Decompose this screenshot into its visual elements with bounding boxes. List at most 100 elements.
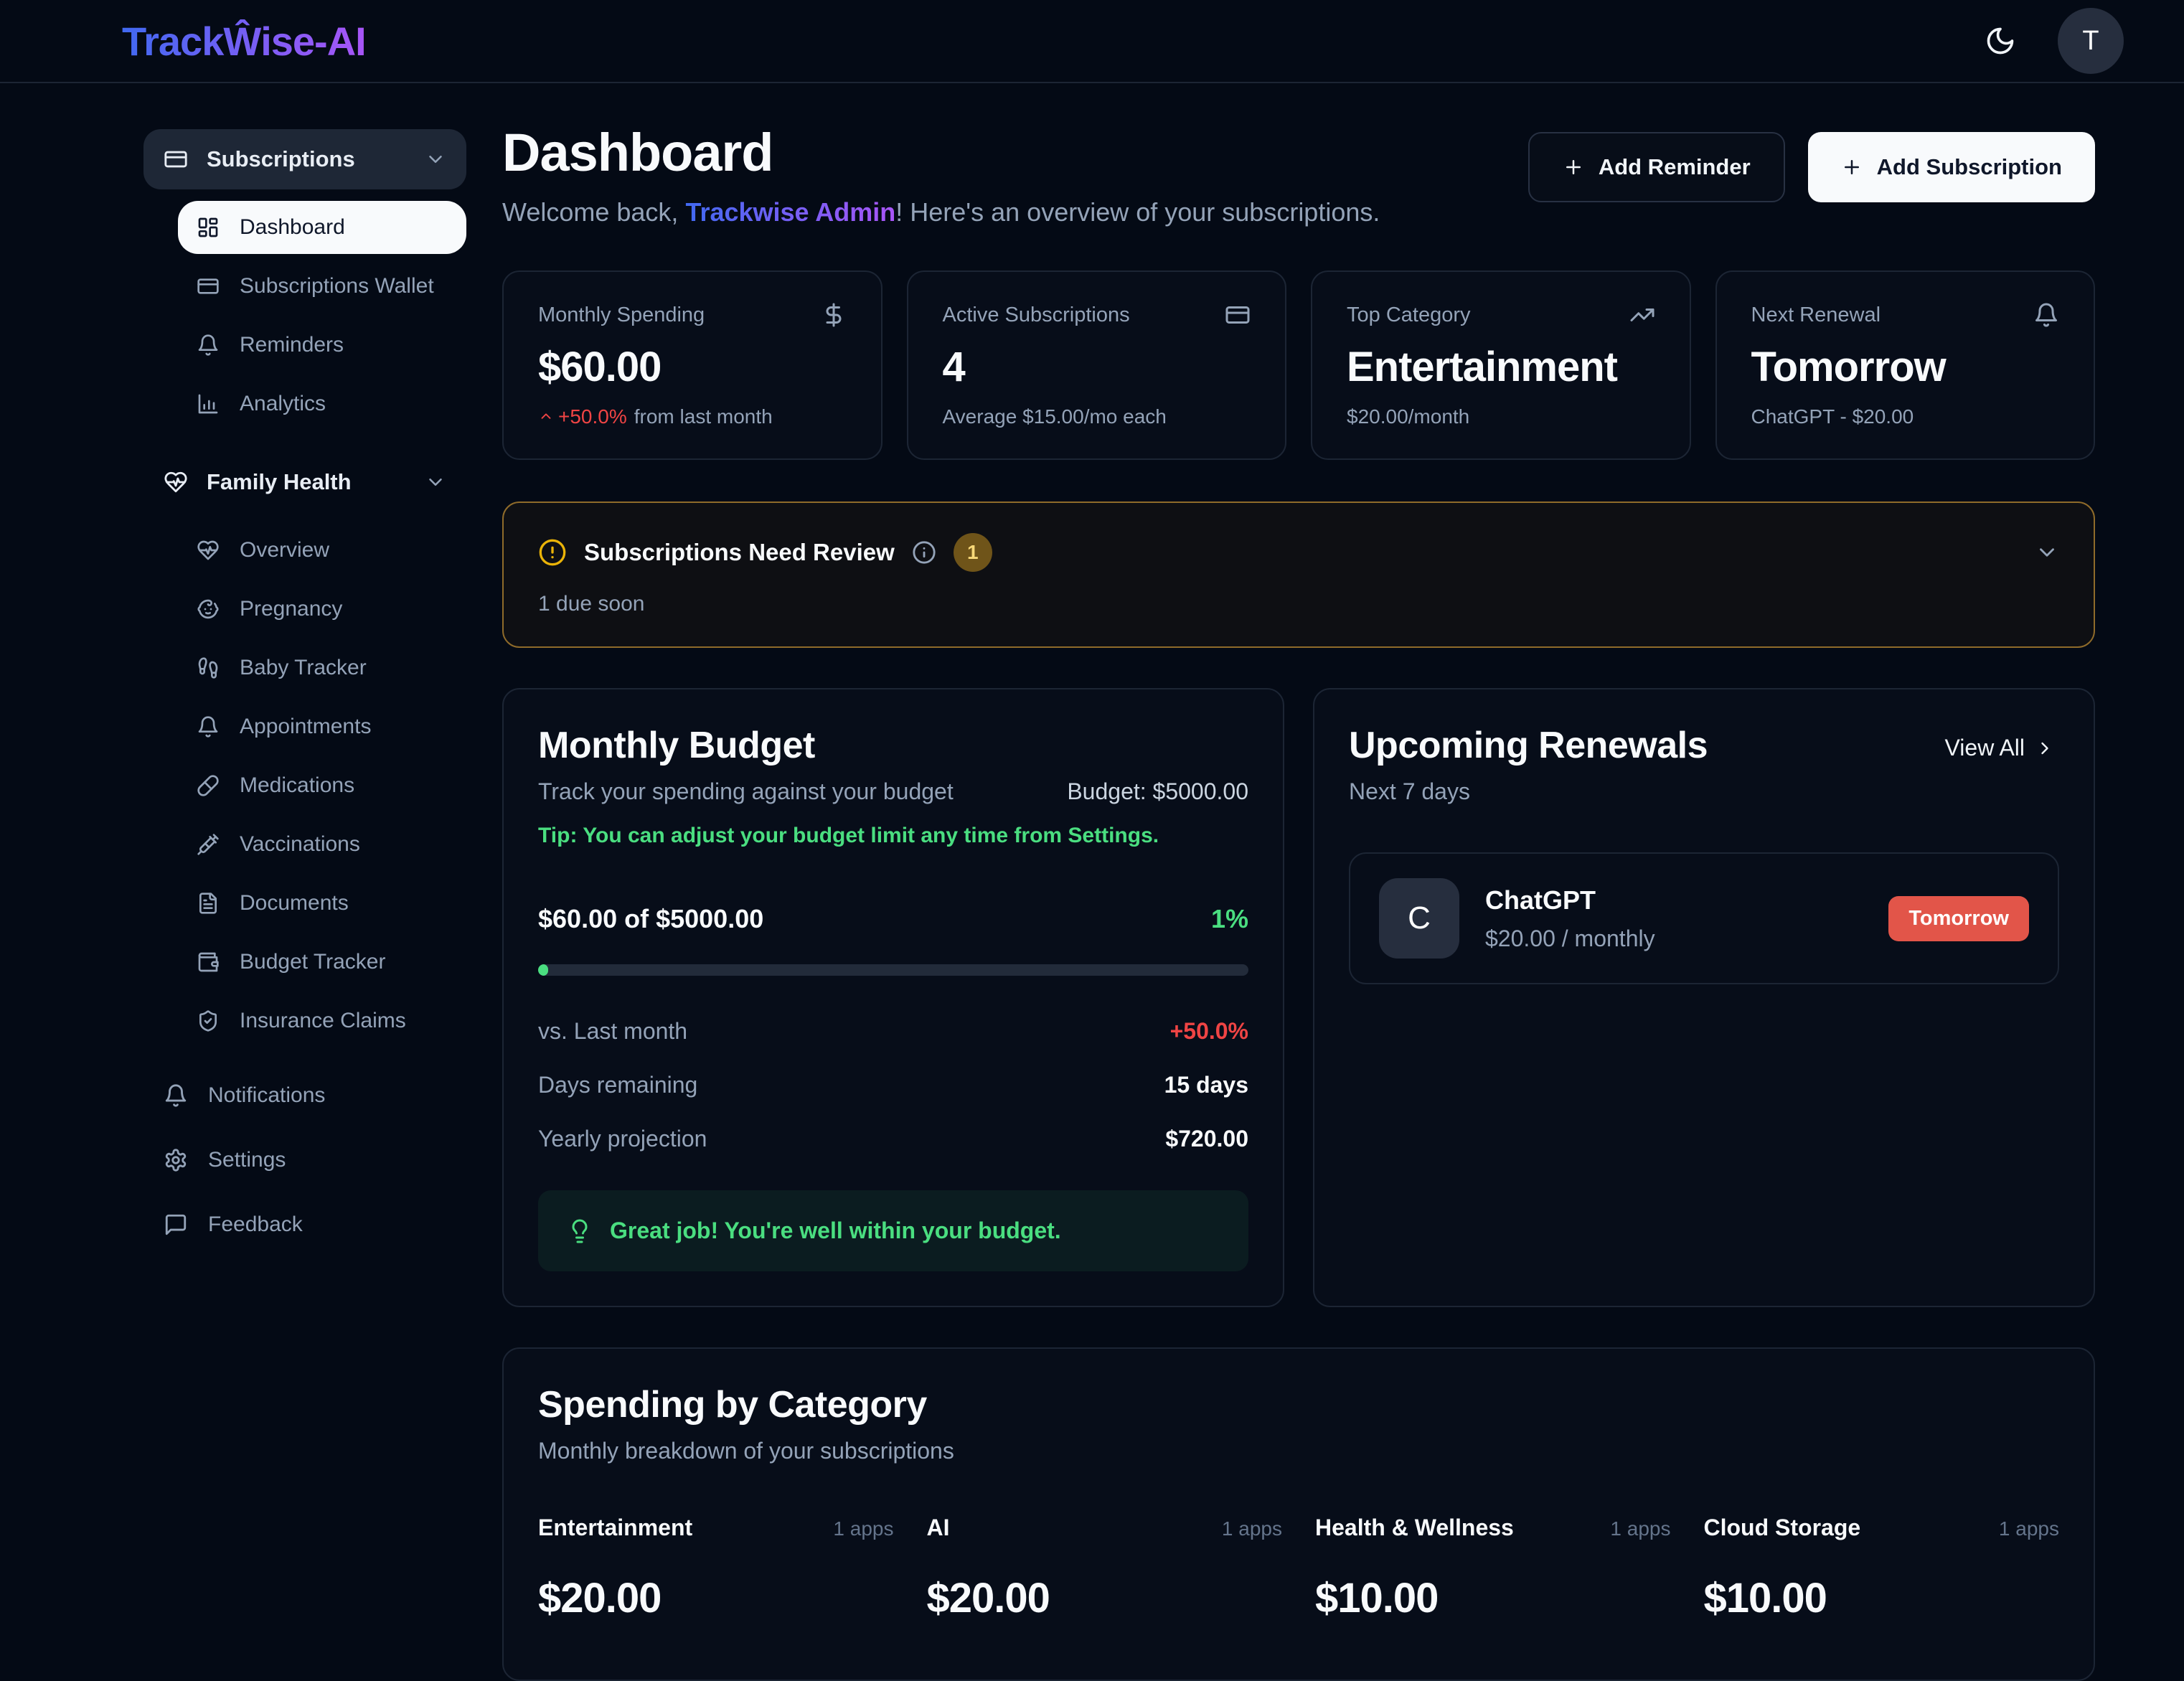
service-price: $20.00 / monthly [1485,926,1655,952]
budget-subtitle: Track your spending against your budget [538,778,954,805]
sidebar-item-analytics[interactable]: Analytics [178,377,466,430]
user-avatar[interactable]: T [2058,8,2124,74]
budget-progress-fill [538,964,548,976]
gear-icon [164,1148,188,1172]
theme-toggle-button[interactable] [1980,24,2020,57]
stat-title: Active Subscriptions [943,303,1130,327]
sidebar-item-documents[interactable]: Documents [178,877,466,930]
shield-check-icon [197,1009,220,1032]
bar-chart-icon [197,392,220,415]
sidebar-item-insurance-claims[interactable]: Insurance Claims [178,994,466,1047]
sidebar-item-label: Analytics [240,392,326,416]
bell-icon [197,715,220,738]
sidebar-item-label: Overview [240,538,329,562]
sidebar-item-label: Budget Tracker [240,950,385,974]
stat-subtext: +50.0% from last month [538,405,847,428]
sidebar-item-label: Insurance Claims [240,1009,406,1033]
category-amount: $20.00 [538,1574,894,1622]
user-name: Trackwise Admin [685,197,895,227]
heart-pulse-icon [197,539,220,562]
sidebar-group-family-health[interactable]: Family Health [143,452,466,512]
sidebar-group-subscriptions[interactable]: Subscriptions [143,129,466,189]
budget-row-days-remaining: Days remaining 15 days [538,1058,1248,1112]
category-health-wellness: Health & Wellness 1 apps $10.00 [1315,1515,1671,1622]
app-logo: TrackŴise-AI [122,18,366,65]
layout-dashboard-icon [197,216,220,239]
stat-value: $60.00 [538,343,847,391]
sidebar-item-dashboard[interactable]: Dashboard [178,201,466,254]
service-name: ChatGPT [1485,885,1655,915]
credit-card-icon [164,147,188,171]
heart-pulse-icon [164,470,188,494]
chevron-down-icon[interactable] [2035,540,2059,565]
footprints-icon [197,656,220,679]
budget-status-message: Great job! You're well within your budge… [538,1190,1248,1271]
sidebar-item-label: Feedback [208,1213,303,1237]
categories-subtitle: Monthly breakdown of your subscriptions [538,1438,2059,1464]
sidebar-item-label: Dashboard [240,215,345,240]
banner-title: Subscriptions Need Review [584,539,895,566]
dollar-icon [821,302,847,328]
review-count-badge: 1 [954,533,992,572]
renewal-item-chatgpt[interactable]: C ChatGPT $20.00 / monthly Tomorrow [1349,852,2059,984]
sidebar-item-overview[interactable]: Overview [178,524,466,577]
sidebar-item-vaccinations[interactable]: Vaccinations [178,818,466,871]
main-content: Dashboard Welcome back, Trackwise Admin!… [466,83,2184,1681]
stat-title: Next Renewal [1751,303,1881,327]
info-icon[interactable] [912,540,936,565]
sidebar-item-label: Appointments [240,715,371,739]
banner-subtext: 1 due soon [538,592,992,616]
stat-card-active-subscriptions: Active Subscriptions 4 Average $15.00/mo… [907,270,1287,460]
budget-limit-label: Budget: $5000.00 [1067,778,1248,805]
sidebar-item-label: Settings [208,1148,286,1172]
renewals-title: Upcoming Renewals [1349,724,1708,767]
add-reminder-button[interactable]: Add Reminder [1528,132,1785,202]
syringe-icon [197,833,220,856]
sidebar-item-label: Medications [240,773,354,798]
moon-icon [1985,25,2016,57]
sidebar-item-settings[interactable]: Settings [143,1134,466,1187]
sidebar-item-label: Baby Tracker [240,656,367,680]
plus-icon [1841,156,1863,178]
stat-subtext: Average $15.00/mo each [943,405,1251,428]
spending-by-category-panel: Spending by Category Monthly breakdown o… [502,1347,2095,1681]
category-amount: $20.00 [927,1574,1283,1622]
baby-icon [197,598,220,621]
stat-card-top-category: Top Category Entertainment $20.00/month [1311,270,1691,460]
sidebar-item-reminders[interactable]: Reminders [178,319,466,372]
budget-row-yearly-projection: Yearly projection $720.00 [538,1112,1248,1166]
pill-icon [197,774,220,797]
category-entertainment: Entertainment 1 apps $20.00 [538,1515,894,1622]
category-cloud-storage: Cloud Storage 1 apps $10.00 [1704,1515,2060,1622]
sidebar-item-budget-tracker[interactable]: Budget Tracker [178,936,466,989]
sidebar-item-baby-tracker[interactable]: Baby Tracker [178,641,466,694]
page-title: Dashboard [502,122,1380,183]
stat-title: Monthly Spending [538,303,705,327]
subscriptions-review-banner[interactable]: Subscriptions Need Review 1 1 due soon [502,502,2095,648]
sidebar-item-feedback[interactable]: Feedback [143,1198,466,1251]
sidebar-item-medications[interactable]: Medications [178,759,466,812]
top-bar: TrackŴise-AI T [0,0,2184,83]
wallet-icon [197,951,220,974]
add-subscription-button[interactable]: Add Subscription [1808,132,2095,202]
chevron-down-icon [425,149,446,170]
sidebar-item-subscriptions-wallet[interactable]: Subscriptions Wallet [178,260,466,313]
welcome-text: Welcome back, Trackwise Admin! Here's an… [502,197,1380,227]
renewals-subtitle: Next 7 days [1349,778,1708,805]
sidebar-item-notifications[interactable]: Notifications [143,1069,466,1122]
bell-icon [164,1083,188,1108]
alert-circle-icon [538,538,567,567]
sidebar-item-pregnancy[interactable]: Pregnancy [178,583,466,636]
stat-value: 4 [943,343,1251,391]
message-square-icon [164,1213,188,1237]
credit-card-icon [197,275,220,298]
credit-card-icon [1225,302,1251,328]
sidebar-item-label: Notifications [208,1083,325,1108]
upcoming-renewals-panel: Upcoming Renewals Next 7 days View All C… [1313,688,2095,1307]
sidebar-item-label: Documents [240,891,349,915]
view-all-button[interactable]: View All [1941,734,2059,762]
chevron-down-icon [425,471,446,493]
monthly-budget-panel: Monthly Budget Track your spending again… [502,688,1284,1307]
sidebar-item-appointments[interactable]: Appointments [178,700,466,753]
trending-up-icon [1629,302,1655,328]
